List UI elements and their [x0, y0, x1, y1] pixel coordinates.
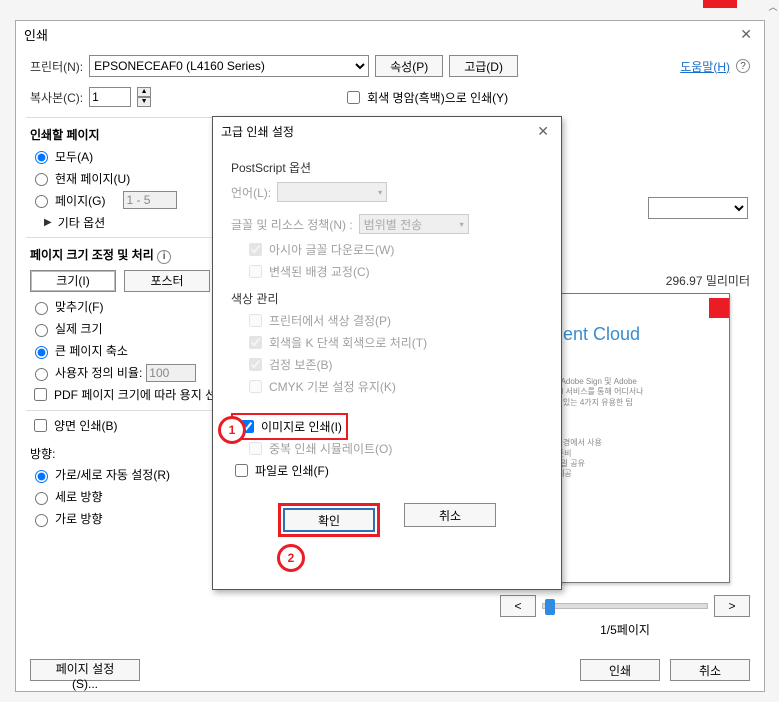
annotation-2: 2	[277, 544, 305, 572]
duplex-label: 양면 인쇄(B)	[54, 417, 118, 434]
font-policy-label: 글꼴 및 리소스 정책(N) :	[231, 216, 353, 233]
advanced-titlebar: 고급 인쇄 설정 ✕	[213, 117, 561, 145]
printer-color-checkbox	[249, 314, 262, 327]
pages-all-radio[interactable]	[35, 151, 48, 164]
close-icon[interactable]: ✕	[736, 26, 756, 43]
next-page-button[interactable]: >	[714, 595, 750, 617]
pages-range-input[interactable]	[123, 191, 177, 209]
print-to-file-checkbox[interactable]	[235, 464, 248, 477]
gray-k-label: 회색을 K 단색 회색으로 처리(T)	[269, 334, 427, 351]
scroll-up-icon: ︿	[767, 0, 779, 12]
advanced-title: 고급 인쇄 설정	[221, 123, 294, 140]
cmyk-default-checkbox	[249, 380, 262, 393]
preserve-black-checkbox	[249, 358, 262, 371]
grayscale-label: 회색 명암(흑백)으로 인쇄(Y)	[367, 89, 508, 106]
chevron-down-icon: ▾	[378, 188, 382, 197]
info-icon[interactable]: i	[157, 250, 171, 264]
copies-up-button[interactable]: ▲	[137, 87, 151, 97]
prev-page-button[interactable]: <	[500, 595, 536, 617]
copies-input[interactable]	[89, 87, 131, 107]
copies-down-button[interactable]: ▼	[137, 97, 151, 107]
asian-fonts-label: 아시아 글꼴 다운로드(W)	[269, 241, 394, 258]
pdf-size-label: PDF 페이지 크기에 따라 용지 선택	[54, 386, 227, 403]
divider	[26, 237, 226, 238]
duplex-checkbox[interactable]	[34, 419, 47, 432]
print-title: 인쇄	[24, 25, 48, 44]
actual-label: 실제 크기	[55, 320, 103, 337]
custom-scale-input[interactable]	[146, 364, 196, 382]
properties-button[interactable]: 속성(P)	[375, 55, 443, 77]
fit-label: 맞추기(F)	[55, 298, 103, 315]
shrink-label: 큰 페이지 축소	[55, 342, 128, 359]
pages-current-label: 현재 페이지(U)	[55, 170, 130, 187]
printer-label: 프린터(N):	[30, 58, 83, 75]
pages-more-label[interactable]: 기타 옵션	[58, 214, 106, 231]
orient-landscape-radio[interactable]	[35, 514, 48, 527]
gray-k-checkbox	[249, 336, 262, 349]
pages-current-radio[interactable]	[35, 173, 48, 186]
decorative-red-tab	[703, 0, 737, 8]
shrink-radio[interactable]	[35, 346, 48, 359]
orient-auto-label: 가로/세로 자동 설정(R)	[55, 466, 170, 483]
overprint-sim-label: 중복 인쇄 시뮬레이트(O)	[269, 440, 392, 457]
printer-color-label: 프린터에서 색상 결정(P)	[269, 312, 391, 329]
fit-radio[interactable]	[35, 302, 48, 315]
print-button[interactable]: 인쇄	[580, 659, 660, 681]
poster-tab-button[interactable]: 포스터	[124, 270, 210, 292]
actual-radio[interactable]	[35, 324, 48, 337]
pages-all-label: 모두(A)	[55, 148, 93, 165]
advanced-button[interactable]: 고급(D)	[449, 55, 518, 77]
modal-cancel-button[interactable]: 취소	[404, 503, 496, 527]
divider	[26, 410, 226, 411]
asian-fonts-checkbox	[249, 243, 262, 256]
orient-portrait-radio[interactable]	[35, 492, 48, 505]
language-select: ▾	[277, 182, 387, 202]
page-indicator: 1/5페이지	[500, 621, 750, 638]
adobe-logo-icon	[709, 298, 729, 318]
grayscale-checkbox[interactable]	[347, 91, 360, 104]
annotation-highlight-2: 확인	[278, 503, 380, 537]
orient-landscape-label: 가로 방향	[55, 510, 103, 527]
orient-portrait-label: 세로 방향	[55, 488, 103, 505]
divider	[26, 117, 226, 118]
page-setup-button[interactable]: 페이지 설정(S)...	[30, 659, 140, 681]
ok-button[interactable]: 확인	[283, 508, 375, 532]
top-right-select[interactable]	[648, 197, 748, 219]
language-label: 언어(L):	[231, 184, 271, 201]
printer-select[interactable]: EPSONECEAF0 (L4160 Series)	[89, 55, 369, 77]
custom-scale-label: 사용자 정의 비율:	[55, 364, 142, 381]
cmyk-default-label: CMYK 기본 설정 유지(K)	[269, 378, 396, 395]
chevron-down-icon: ▾	[460, 220, 464, 229]
pages-range-radio[interactable]	[35, 195, 48, 208]
pages-range-label: 페이지(G)	[55, 192, 105, 209]
help-icon[interactable]: ?	[736, 59, 750, 73]
slider-thumb[interactable]	[545, 599, 555, 615]
annotation-1: 1	[218, 416, 246, 444]
size-tab-button[interactable]: 크기(I)	[30, 270, 116, 292]
advanced-print-dialog: 고급 인쇄 설정 ✕ PostScript 옵션 언어(L): ▾ 글꼴 및 리…	[212, 116, 562, 590]
page-slider[interactable]	[542, 603, 708, 609]
font-policy-select: 범위별 전송▾	[359, 214, 469, 234]
cancel-button[interactable]: 취소	[670, 659, 750, 681]
print-titlebar: 인쇄 ✕	[16, 21, 764, 47]
bg-correct-label: 변색된 배경 교정(C)	[269, 263, 370, 280]
color-group-label: 색상 관리	[231, 290, 543, 307]
expand-icon[interactable]: ▶	[44, 217, 52, 228]
close-icon[interactable]: ✕	[533, 123, 553, 140]
overprint-sim-checkbox	[249, 442, 262, 455]
pdf-size-checkbox[interactable]	[34, 388, 47, 401]
help-link[interactable]: 도움말(H)	[680, 58, 730, 75]
print-as-image-label: 이미지로 인쇄(I)	[261, 418, 342, 435]
annotation-highlight-1: 이미지로 인쇄(I)	[231, 413, 348, 440]
copies-label: 복사본(C):	[30, 89, 83, 106]
bg-correct-checkbox	[249, 265, 262, 278]
preserve-black-label: 검정 보존(B)	[269, 356, 333, 373]
orient-auto-radio[interactable]	[35, 470, 48, 483]
print-to-file-label: 파일로 인쇄(F)	[255, 462, 329, 479]
custom-scale-radio[interactable]	[35, 368, 48, 381]
postscript-group-label: PostScript 옵션	[231, 159, 543, 176]
